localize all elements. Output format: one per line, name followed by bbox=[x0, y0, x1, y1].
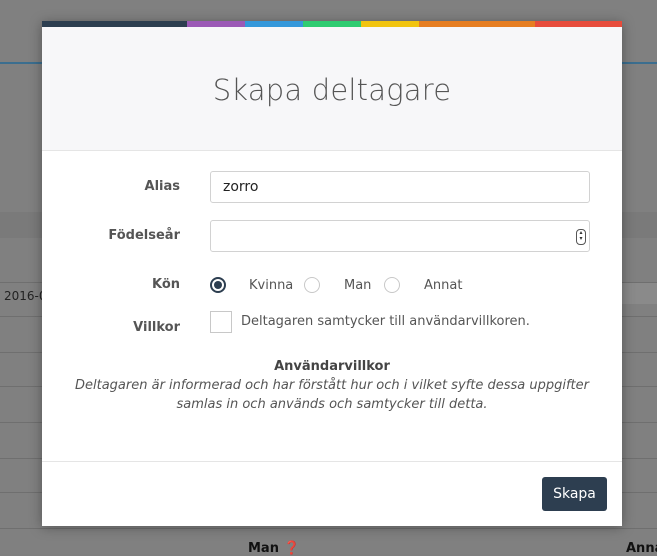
alias-label: Alias bbox=[144, 179, 180, 194]
terms-text: Deltagaren är informerad och har förståt… bbox=[75, 378, 589, 412]
modal-header: Skapa deltagare bbox=[42, 27, 622, 151]
number-spinner-icon[interactable]: ▴ ▾ bbox=[576, 229, 586, 245]
gender-label: Kön bbox=[151, 277, 180, 292]
gender-radio-man[interactable] bbox=[304, 277, 320, 293]
background-row-line bbox=[0, 528, 657, 529]
alias-input-value: zorro bbox=[223, 179, 259, 195]
gender-radio-annat[interactable] bbox=[384, 277, 400, 293]
terms-checkbox[interactable] bbox=[210, 311, 232, 333]
background-row-highlight bbox=[622, 282, 657, 304]
background-date-cell: 2016-0 bbox=[4, 289, 47, 303]
alias-input[interactable]: zorro bbox=[210, 171, 590, 203]
gender-option-man-label: Man bbox=[344, 278, 372, 293]
terms-title: Användarvillkor bbox=[274, 359, 390, 374]
terms-checkbox-label: Deltagaren samtycker till användarvillko… bbox=[241, 314, 530, 329]
modal-title: Skapa deltagare bbox=[212, 72, 452, 107]
create-participant-modal: Skapa deltagare Alias zorro Födelseår ▴ ▾… bbox=[42, 21, 622, 526]
birthyear-input[interactable]: ▴ ▾ bbox=[210, 220, 590, 252]
create-button[interactable]: Skapa bbox=[542, 477, 607, 511]
terms-label: Villkor bbox=[133, 320, 180, 335]
gender-radio-kvinna[interactable] bbox=[210, 277, 226, 293]
gender-option-kvinna-label: Kvinna bbox=[249, 278, 294, 293]
birthyear-label: Födelseår bbox=[108, 228, 180, 243]
modal-footer: Skapa bbox=[42, 461, 622, 526]
gender-option-annat-label: Annat bbox=[424, 278, 463, 293]
